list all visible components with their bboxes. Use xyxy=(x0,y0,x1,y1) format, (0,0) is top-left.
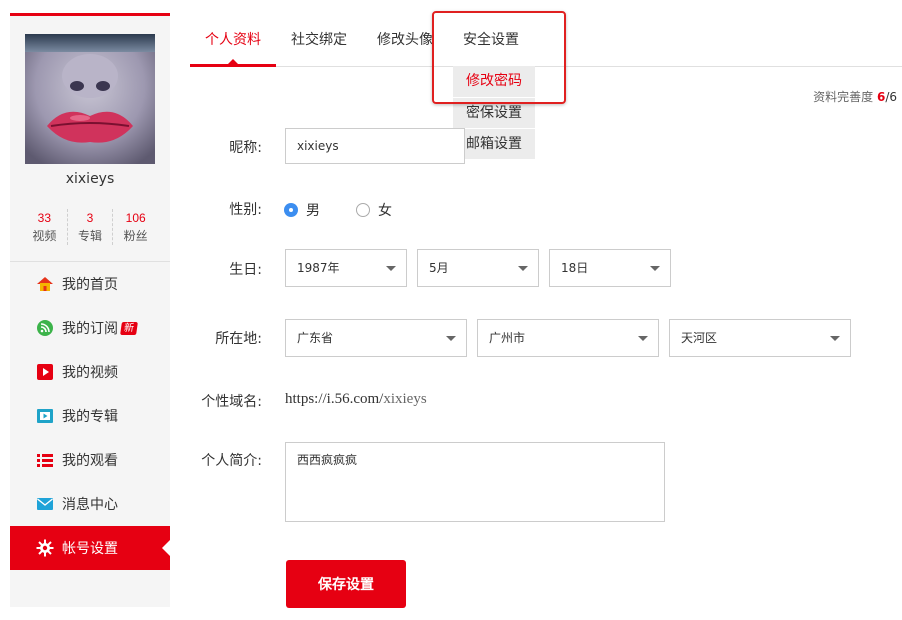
birthday-label: 生日: xyxy=(229,262,262,278)
sidebar-item-messages[interactable]: 消息中心 xyxy=(10,482,170,526)
chevron-down-icon xyxy=(446,336,456,341)
sidebar-item-label: 消息中心 xyxy=(62,497,118,513)
chevron-down-icon xyxy=(650,266,660,271)
personal-domain-url[interactable]: https://i.56.com/xixieys xyxy=(285,391,427,408)
stat-videos-label: 视频 xyxy=(32,229,57,243)
select-value: 18日 xyxy=(561,261,589,275)
user-stats: 33 视频 3 专辑 106 粉丝 xyxy=(22,209,158,245)
sidebar-item-label: 我的首页 xyxy=(62,277,118,293)
sidebar-item-albums[interactable]: 我的专辑 xyxy=(10,394,170,438)
mail-icon xyxy=(36,495,54,513)
domain-label: 个性域名: xyxy=(201,394,262,410)
gender-radio-male[interactable]: 男 xyxy=(284,200,320,220)
sidebar: xixieys 33 视频 3 专辑 106 粉丝 我的首页 我的订阅 新 我的… xyxy=(10,13,170,607)
birth-month-select[interactable]: 5月 xyxy=(417,249,539,287)
birth-year-select[interactable]: 1987年 xyxy=(285,249,407,287)
highlight-annotation-box xyxy=(432,11,566,104)
sidebar-item-account-settings[interactable]: 帐号设置 xyxy=(10,526,170,570)
chevron-down-icon xyxy=(386,266,396,271)
gender-radio-female[interactable]: 女 xyxy=(356,200,392,220)
nickname-label: 昵称: xyxy=(229,140,262,156)
chevron-down-icon xyxy=(518,266,528,271)
stat-videos-count: 33 xyxy=(37,211,52,225)
bio-textarea[interactable]: 西西疯疯疯 xyxy=(285,442,665,522)
profile-completeness: 资料完善度 6/6 xyxy=(813,88,897,105)
completeness-label: 资料完善度 xyxy=(813,90,874,104)
stat-albums-label: 专辑 xyxy=(78,229,103,243)
subscribe-icon xyxy=(36,319,54,337)
select-value: 广州市 xyxy=(489,331,526,345)
birth-day-select[interactable]: 18日 xyxy=(549,249,671,287)
domain-prefix: https://i.56.com/ xyxy=(285,391,384,407)
sidebar-item-home[interactable]: 我的首页 xyxy=(10,262,170,306)
gender-option-label: 女 xyxy=(378,203,392,219)
chevron-down-icon xyxy=(638,336,648,341)
stat-fans-count: 106 xyxy=(125,211,146,225)
completeness-total: /6 xyxy=(885,90,897,104)
sidebar-item-label: 我的观看 xyxy=(62,453,118,469)
menu-item-email-settings[interactable]: 邮箱设置 xyxy=(453,128,535,159)
username: xixieys xyxy=(65,171,115,187)
gender-label: 性别: xyxy=(229,202,262,218)
select-value: 广东省 xyxy=(297,331,334,345)
chevron-down-icon xyxy=(830,336,840,341)
stat-fans-label: 粉丝 xyxy=(123,229,148,243)
district-select[interactable]: 天河区 xyxy=(669,319,851,357)
sidebar-item-watched[interactable]: 我的观看 xyxy=(10,438,170,482)
select-value: 天河区 xyxy=(681,331,718,345)
sidebar-item-subscriptions[interactable]: 我的订阅 新 xyxy=(10,306,170,350)
nickname-input[interactable]: xixieys xyxy=(285,128,465,164)
province-select[interactable]: 广东省 xyxy=(285,319,467,357)
sidebar-item-label: 我的专辑 xyxy=(62,409,118,425)
tab-social-binding[interactable]: 社交绑定 xyxy=(276,22,362,67)
domain-username: xixieys xyxy=(383,391,427,407)
sidebar-item-label: 我的视频 xyxy=(62,365,118,381)
sidebar-item-videos[interactable]: 我的视频 xyxy=(10,350,170,394)
video-icon xyxy=(36,363,54,381)
location-label: 所在地: xyxy=(215,331,262,347)
home-icon xyxy=(36,275,54,293)
bio-label: 个人简介: xyxy=(201,453,262,469)
sidebar-top-accent xyxy=(10,13,170,16)
stat-albums[interactable]: 3 专辑 xyxy=(66,209,113,245)
sidebar-nav: 我的首页 我的订阅 新 我的视频 我的专辑 我的观看 消息中心 帐号设置 xyxy=(10,261,170,570)
select-value: 1987年 xyxy=(297,261,340,275)
radio-unselected-indicator xyxy=(356,203,370,217)
sidebar-item-label: 帐号设置 xyxy=(62,541,118,557)
album-icon xyxy=(36,407,54,425)
watch-list-icon xyxy=(36,451,54,469)
stat-fans[interactable]: 106 粉丝 xyxy=(112,209,158,245)
new-badge: 新 xyxy=(120,321,138,335)
avatar[interactable] xyxy=(25,34,155,164)
save-settings-button[interactable]: 保存设置 xyxy=(286,560,406,608)
sidebar-item-label: 我的订阅 xyxy=(62,321,118,337)
settings-gear-icon xyxy=(36,539,54,557)
stat-albums-count: 3 xyxy=(86,211,94,225)
gender-option-label: 男 xyxy=(306,203,320,219)
stat-videos[interactable]: 33 视频 xyxy=(22,209,67,245)
city-select[interactable]: 广州市 xyxy=(477,319,659,357)
select-value: 5月 xyxy=(429,261,449,275)
tab-profile[interactable]: 个人资料 xyxy=(190,22,276,67)
radio-selected-indicator xyxy=(284,203,298,217)
